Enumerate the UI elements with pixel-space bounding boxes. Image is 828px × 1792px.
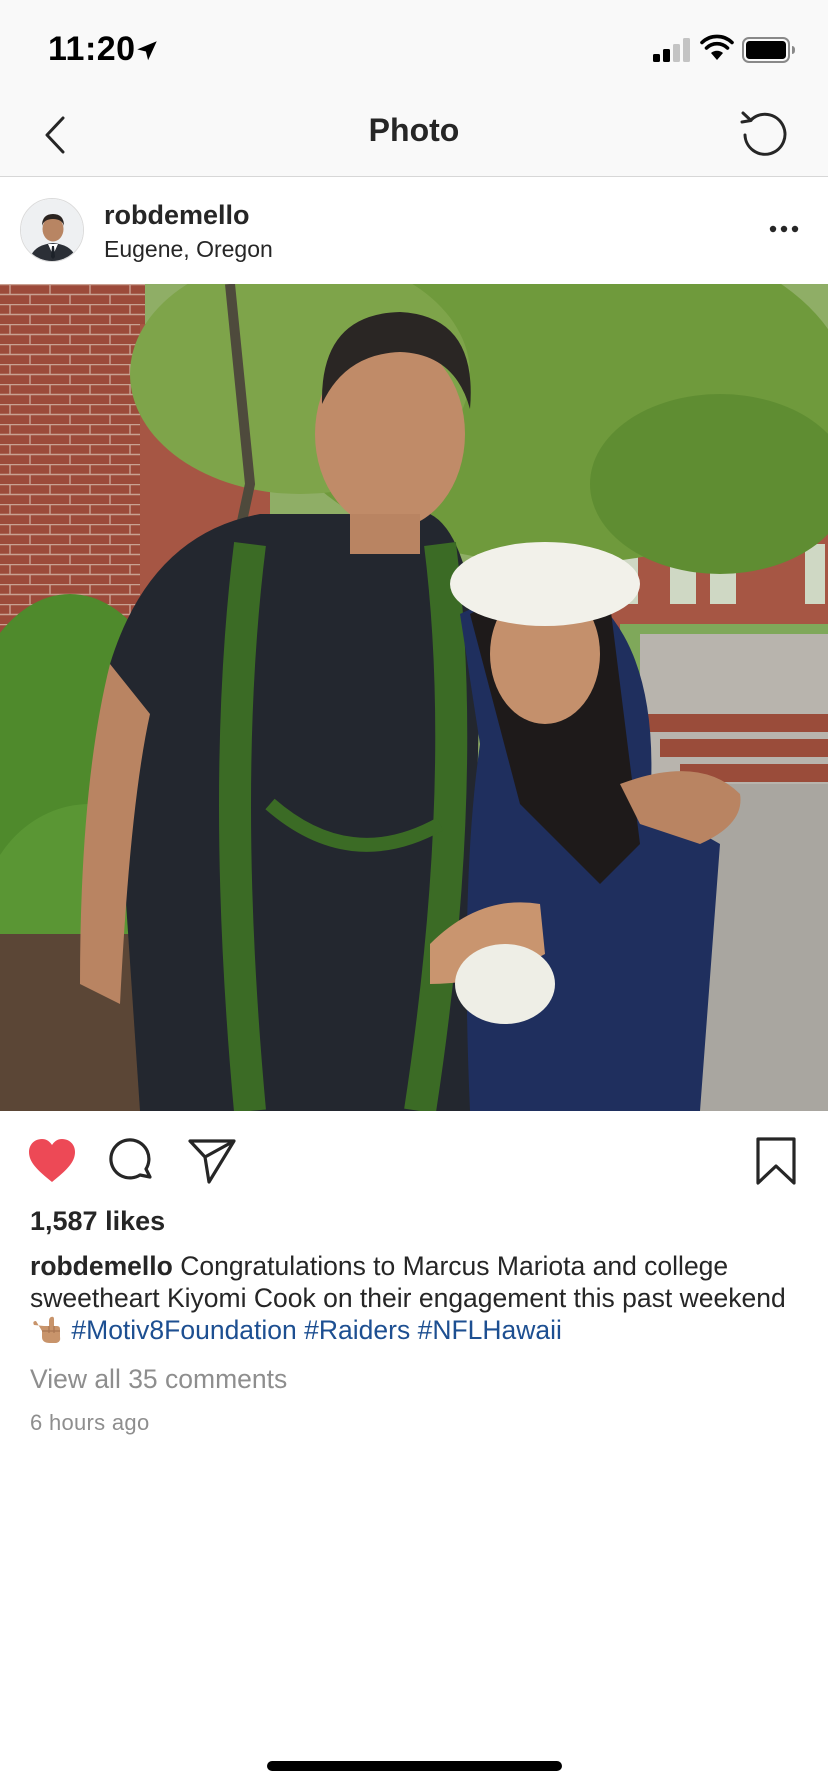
caption-username[interactable]: robdemello <box>30 1251 173 1281</box>
hashtag-raiders[interactable]: #Raiders <box>304 1315 410 1345</box>
save-button[interactable] <box>750 1135 802 1187</box>
post-caption: robdemello Congratulations to Marcus Mar… <box>30 1250 810 1346</box>
post-location[interactable]: Eugene, Oregon <box>104 236 273 263</box>
avatar-image <box>21 199 83 261</box>
post-header: robdemello Eugene, Oregon <box>0 178 828 284</box>
heart-filled-icon <box>29 1139 75 1182</box>
post-actions <box>0 1111 828 1211</box>
send-icon <box>188 1139 236 1184</box>
more-options-button[interactable] <box>762 214 806 244</box>
status-time: 11:20 <box>48 30 136 68</box>
cellular-signal-icon <box>653 38 690 62</box>
hashtag-motiv8foundation[interactable]: #Motiv8Foundation <box>71 1315 296 1345</box>
hashtag-nflhawaii[interactable]: #NFLHawaii <box>418 1315 562 1345</box>
call-me-hand-emoji <box>33 1316 61 1343</box>
post-timestamp: 6 hours ago <box>30 1410 150 1435</box>
comment-button[interactable] <box>106 1135 158 1187</box>
battery-icon <box>742 37 795 63</box>
ellipsis-icon <box>769 225 799 233</box>
post-username[interactable]: robdemello <box>104 200 250 231</box>
share-button[interactable] <box>186 1135 238 1187</box>
refresh-button[interactable] <box>736 104 792 160</box>
photo <box>0 284 828 1111</box>
bookmark-icon <box>756 1137 796 1185</box>
wifi-icon <box>700 34 734 60</box>
home-indicator[interactable] <box>267 1761 562 1771</box>
likes-count[interactable]: 1,587 likes <box>30 1206 165 1237</box>
like-button[interactable] <box>26 1135 78 1187</box>
comment-icon <box>109 1138 152 1180</box>
view-all-comments-link[interactable]: View all 35 comments <box>30 1364 287 1395</box>
post-photo[interactable] <box>0 284 828 1111</box>
status-bar: 11:20 <box>0 0 828 100</box>
page-title: Photo <box>368 112 460 148</box>
location-arrow-icon <box>137 41 157 61</box>
avatar[interactable] <box>20 198 84 262</box>
nav-bar: Photo <box>0 100 828 177</box>
refresh-icon <box>740 111 787 156</box>
